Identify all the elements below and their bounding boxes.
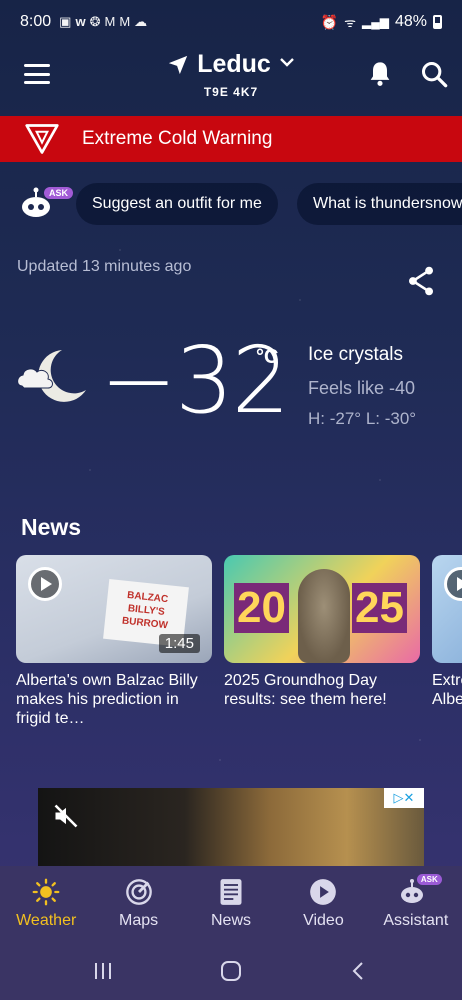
back-icon[interactable] bbox=[348, 960, 370, 982]
news-thumbnail: BALZAC BILLY'S BURROW 1:45 bbox=[16, 555, 212, 663]
newspaper-icon bbox=[220, 879, 242, 905]
conditions-summary: Ice crystals Feels like -40 H: -27° L: -… bbox=[308, 344, 416, 429]
suggestion-chip-label: Suggest an outfit for me bbox=[92, 195, 262, 212]
weather-alert-banner[interactable]: Extreme Cold Warning bbox=[0, 116, 462, 162]
city-name: Leduc bbox=[197, 50, 271, 78]
w-icon: w bbox=[75, 14, 86, 29]
news-thumbnail bbox=[432, 555, 462, 663]
battery-icon bbox=[433, 15, 442, 29]
location-arrow-icon bbox=[169, 55, 188, 74]
status-bar: 8:00 ▣ w ❂ M M ☁ ⏰ ᯤ ▂▄▆ 48% bbox=[0, 0, 462, 44]
nav-label: Maps bbox=[119, 912, 159, 929]
ask-badge: ASK bbox=[416, 874, 442, 885]
nav-weather[interactable]: Weather bbox=[0, 866, 92, 942]
nav-label: Weather bbox=[16, 912, 77, 929]
sun-icon bbox=[32, 878, 60, 906]
home-icon[interactable] bbox=[219, 959, 243, 983]
nav-label: Assistant bbox=[383, 912, 449, 929]
bottom-navigation: Weather Maps News Video ASK Assistant bbox=[0, 866, 462, 942]
play-icon bbox=[444, 567, 462, 601]
play-circle-icon bbox=[310, 879, 337, 905]
news-section-title: News bbox=[21, 514, 82, 540]
recent-apps-icon[interactable] bbox=[92, 960, 114, 982]
alert-text: Extreme Cold Warning bbox=[82, 128, 273, 149]
mute-icon[interactable] bbox=[52, 802, 80, 830]
temperature-unit: °C bbox=[256, 346, 279, 368]
cast-icon: ▣ bbox=[59, 14, 72, 29]
news-card-title: Extreme cold straining Alberta's power g… bbox=[432, 672, 462, 708]
play-icon bbox=[28, 567, 62, 601]
notification-icons: ▣ w ❂ M M ☁ bbox=[59, 14, 147, 30]
video-duration: 1:45 bbox=[158, 634, 200, 653]
app-header: Leduc T9E 4K7 bbox=[0, 50, 462, 106]
ask-badge: ASK bbox=[44, 187, 74, 199]
game-icon: ❂ bbox=[89, 14, 101, 29]
nav-assistant[interactable]: ASK Assistant bbox=[370, 866, 462, 942]
news-card[interactable]: 20 25 2025 Groundhog Day results: see th… bbox=[224, 555, 420, 709]
gmail-icon: M bbox=[119, 14, 131, 29]
radar-icon bbox=[125, 879, 152, 905]
updated-timestamp: Updated 13 minutes ago bbox=[17, 258, 192, 275]
gmail-icon: M bbox=[104, 14, 116, 29]
year-left-text: 20 bbox=[234, 583, 289, 633]
suggestion-chip[interactable]: Suggest an outfit for me bbox=[76, 183, 278, 225]
chevron-down-icon bbox=[279, 54, 295, 75]
suggestion-chip-label: What is thundersnow? bbox=[313, 195, 462, 212]
wifi-icon: ᯤ bbox=[344, 15, 356, 30]
year-right-text: 25 bbox=[352, 583, 407, 633]
news-card[interactable]: Extreme cold straining Alberta's power g… bbox=[432, 555, 462, 709]
nav-maps[interactable]: Maps bbox=[92, 866, 184, 942]
night-partly-cloudy-icon bbox=[17, 350, 86, 402]
suggestion-chip[interactable]: What is thundersnow? bbox=[297, 183, 462, 225]
alert-triangle-icon bbox=[25, 124, 59, 154]
high-low: H: -27° L: -30° bbox=[308, 409, 417, 428]
nav-label: Video bbox=[303, 912, 344, 929]
search-icon[interactable] bbox=[420, 60, 448, 88]
adchoices-icon[interactable]: ▷✕ bbox=[384, 788, 424, 808]
video-ad[interactable]: ▷✕ bbox=[38, 788, 424, 866]
bell-icon[interactable] bbox=[366, 60, 394, 88]
news-thumbnail: 20 25 bbox=[224, 555, 420, 663]
signal-icon: ▂▄▆ bbox=[362, 15, 389, 29]
clock: 8:00 bbox=[20, 13, 52, 30]
nav-news[interactable]: News bbox=[185, 866, 277, 942]
news-card[interactable]: BALZAC BILLY'S BURROW 1:45 Alberta's own… bbox=[16, 555, 212, 728]
nav-video[interactable]: Video bbox=[277, 866, 369, 942]
news-card-title: Alberta's own Balzac Billy makes his pre… bbox=[16, 672, 198, 727]
groundhog-image bbox=[298, 569, 350, 663]
battery-level: 48% bbox=[394, 13, 427, 30]
share-icon[interactable] bbox=[407, 266, 435, 296]
condition-phrase: Ice crystals bbox=[308, 344, 404, 365]
alarm-icon: ⏰ bbox=[320, 13, 339, 30]
nav-label: News bbox=[211, 912, 252, 929]
feels-like: Feels like -40 bbox=[308, 378, 416, 398]
assistant-bot-icon[interactable]: ASK bbox=[20, 187, 74, 221]
system-navigation-bar bbox=[0, 942, 462, 1000]
assistant-suggestions: ASK Suggest an outfit for me What is thu… bbox=[0, 183, 462, 225]
news-carousel[interactable]: BALZAC BILLY'S BURROW 1:45 Alberta's own… bbox=[0, 555, 462, 735]
cloud-icon: ☁ bbox=[134, 14, 148, 29]
news-card-title: 2025 Groundhog Day results: see them her… bbox=[224, 672, 387, 708]
